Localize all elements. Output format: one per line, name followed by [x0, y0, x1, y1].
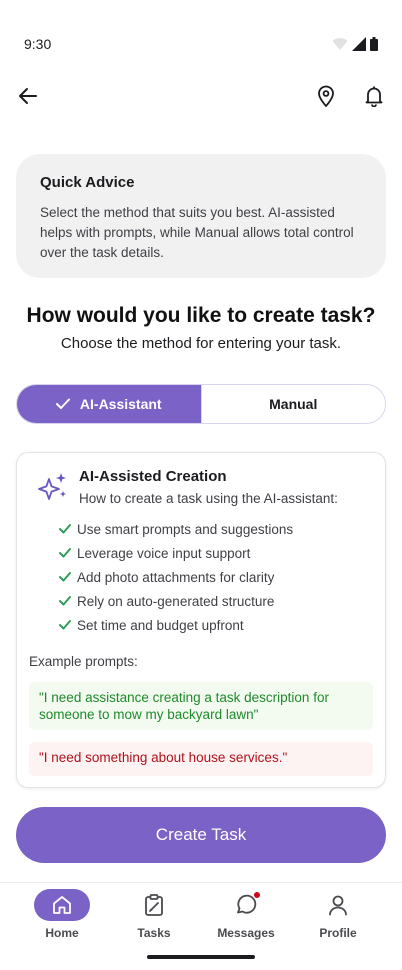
app-bar: [0, 76, 402, 116]
nav-tasks-icon-wrap: [126, 889, 182, 921]
advice-title: Quick Advice: [40, 174, 135, 191]
list-item: Leverage voice input support: [59, 541, 293, 565]
status-icons: [332, 37, 378, 51]
ai-assisted-card: AI-Assisted Creation How to create a tas…: [16, 452, 386, 788]
list-item: Add photo attachments for clarity: [59, 565, 293, 589]
bad-example-prompt: "I need something about house services.": [29, 742, 373, 776]
location-pin-icon: [318, 85, 334, 107]
ai-assistant-label: AI-Assistant: [79, 396, 162, 412]
feature-list: Use smart prompts and suggestions Levera…: [59, 517, 293, 637]
feature-text: Use smart prompts and suggestions: [77, 521, 294, 537]
list-item: Set time and budget upfront: [59, 613, 293, 637]
nav-messages-label: Messages: [217, 926, 275, 940]
nav-profile-icon-wrap: [310, 889, 366, 921]
nav-tasks-label: Tasks: [137, 926, 171, 940]
nav-messages-icon-wrap: [218, 889, 274, 921]
nav-home-label: Home: [45, 926, 79, 940]
nav-profile-label: Profile: [319, 926, 357, 940]
advice-body: Select the method that suits you best. A…: [40, 205, 354, 260]
quick-advice-card: Quick Advice Select the method that suit…: [16, 154, 386, 278]
arrow-back-icon: [19, 88, 37, 104]
check-icon: [59, 547, 71, 559]
nav-home-indicator: [34, 889, 90, 921]
list-item: Rely on auto-generated structure: [59, 589, 293, 613]
home-icon: [53, 896, 71, 914]
creation-method-toggle: AI-Assistant Manual: [16, 384, 386, 424]
example-prompts-label: Example prompts:: [29, 654, 138, 669]
list-item: Use smart prompts and suggestions: [59, 517, 293, 541]
feature-text: Add photo attachments for clarity: [77, 569, 275, 585]
back-button[interactable]: [14, 82, 42, 110]
status-time: 9:30: [24, 36, 52, 52]
check-icon: [59, 571, 71, 583]
ai-card-title: AI-Assisted Creation: [79, 468, 227, 485]
home-indicator: [147, 955, 255, 959]
feature-text: Leverage voice input support: [77, 545, 251, 561]
check-icon: [59, 523, 71, 535]
good-example-prompt: "I need assistance creating a task descr…: [29, 682, 373, 730]
check-icon: [59, 595, 71, 607]
wifi-icon: [332, 38, 348, 50]
check-icon: [55, 398, 70, 409]
ai-card-subtitle: How to create a task using the AI-assist…: [79, 491, 338, 506]
nav-tasks[interactable]: Tasks: [114, 889, 194, 945]
tasks-icon: [145, 894, 163, 916]
nav-profile[interactable]: Profile: [298, 889, 378, 945]
check-icon: [59, 619, 71, 631]
sparkles-icon: [38, 473, 66, 500]
page-subtitle: Choose the method for entering your task…: [60, 335, 342, 352]
notifications-button[interactable]: [360, 82, 388, 110]
create-task-label: Create Task: [155, 825, 247, 844]
nav-home[interactable]: Home: [22, 889, 102, 945]
status-bar: 9:30: [0, 0, 402, 88]
bell-icon: [365, 86, 383, 107]
ai-assistant-option[interactable]: AI-Assistant: [17, 385, 201, 423]
location-button[interactable]: [312, 82, 340, 110]
manual-label: Manual: [269, 396, 318, 412]
feature-text: Set time and budget upfront: [77, 617, 244, 633]
battery-icon: [370, 37, 378, 51]
profile-icon: [329, 895, 347, 916]
nav-messages[interactable]: Messages: [206, 889, 286, 945]
page-title: How would you like to create task?: [26, 304, 376, 327]
feature-text: Rely on auto-generated structure: [77, 593, 275, 609]
unread-badge: [254, 892, 260, 898]
create-task-button[interactable]: Create Task: [16, 807, 386, 863]
manual-option[interactable]: Manual: [200, 385, 385, 423]
cellular-signal-icon: [352, 37, 366, 51]
